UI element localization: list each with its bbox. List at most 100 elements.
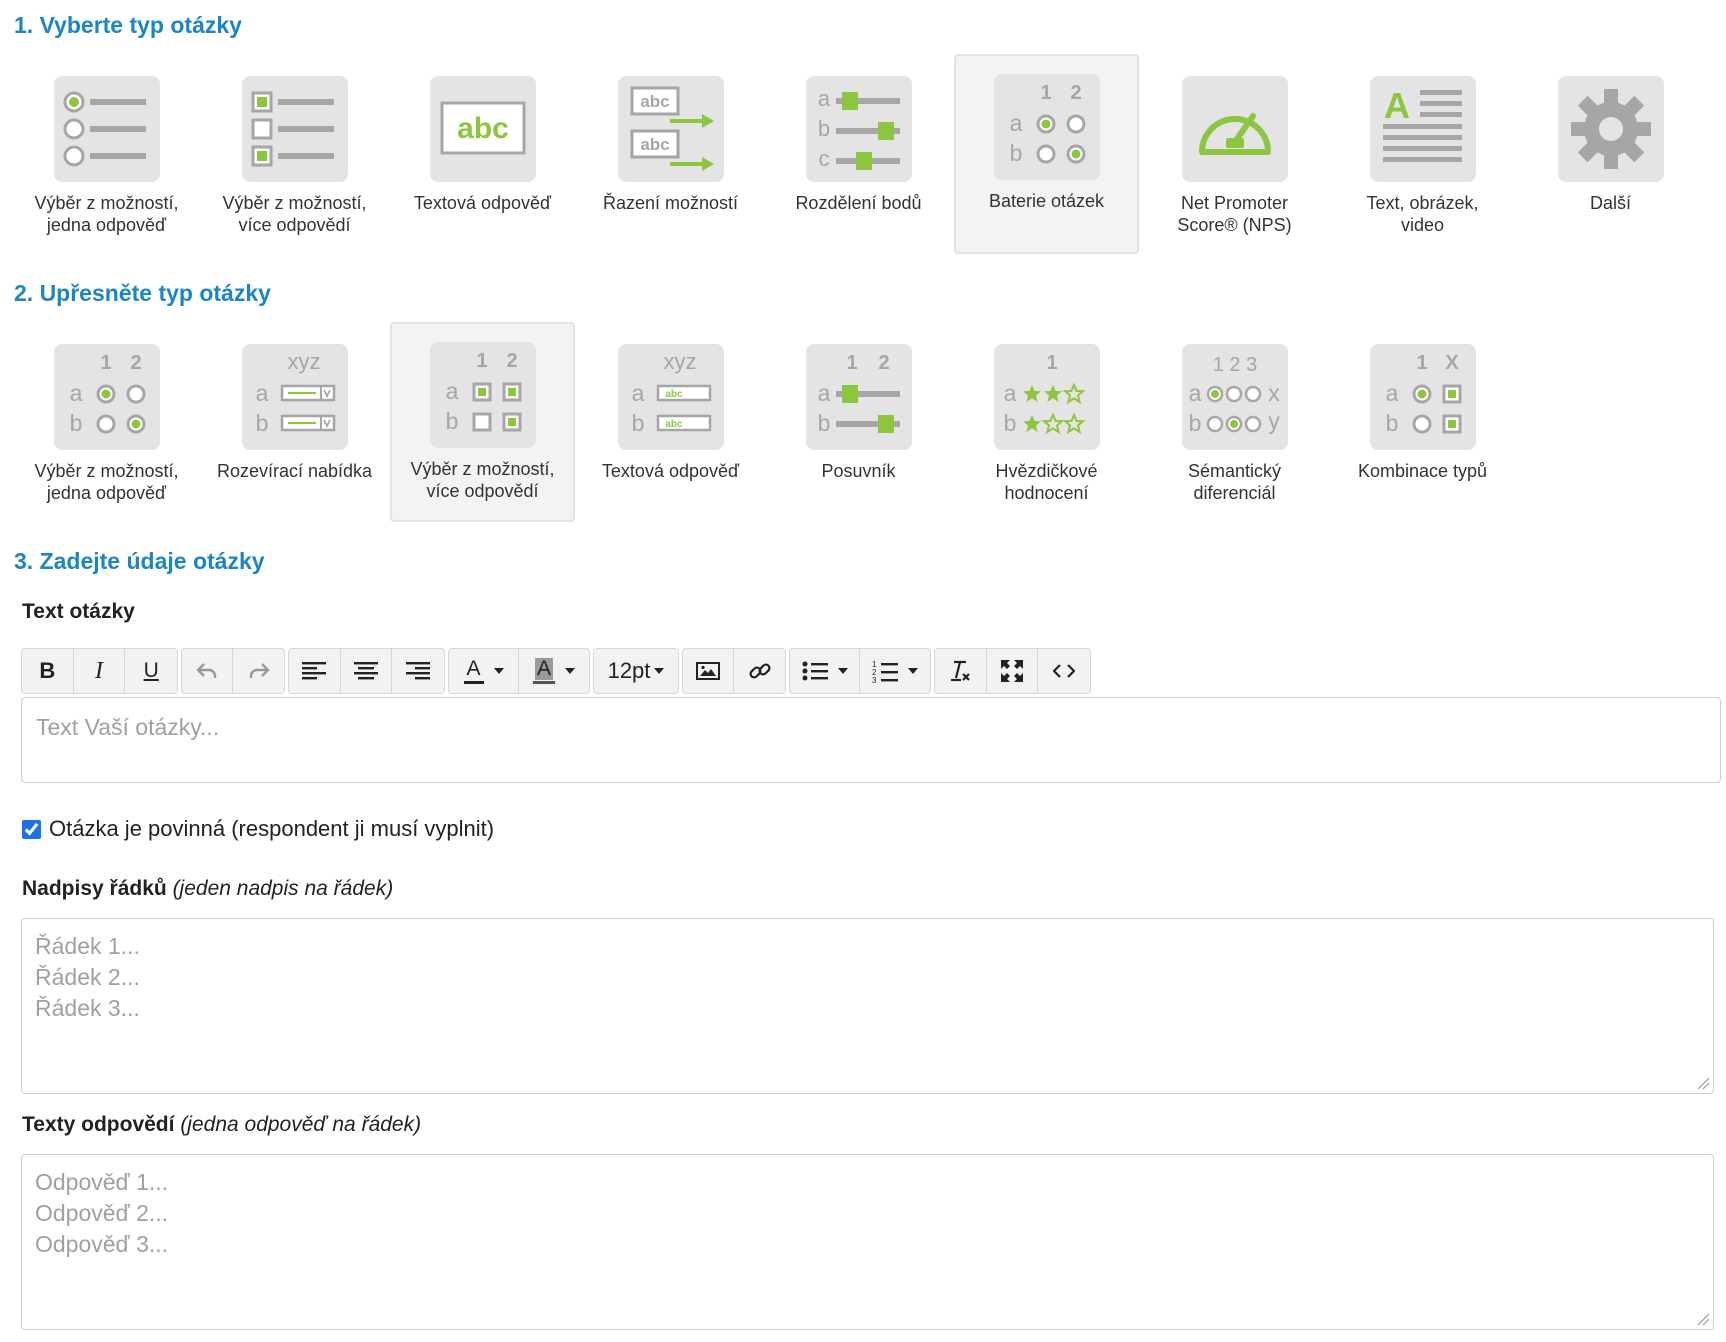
point-distribution-icon: a b c: [806, 76, 912, 182]
svg-text:abc: abc: [457, 112, 509, 145]
tile-label: Net Promoter Score® (NPS): [1177, 193, 1292, 235]
source-code-icon[interactable]: [1038, 649, 1090, 693]
question-text-label: Text otázky: [22, 600, 135, 623]
subtype-semantic-differential[interactable]: 1 2 3 a x b y Sémantický diferenciál: [1142, 326, 1327, 526]
svg-text:abc: abc: [640, 92, 669, 111]
tile-label: Text, obrázek, video: [1366, 193, 1479, 235]
align-center-icon[interactable]: [341, 649, 393, 693]
svg-text:1: 1: [1046, 352, 1057, 374]
svg-text:1: 1: [1416, 352, 1427, 374]
row-titles-textarea[interactable]: Řádek 1... Řádek 2... Řádek 3...: [21, 918, 1714, 1094]
fullscreen-icon[interactable]: [987, 649, 1039, 693]
question-type-ranking[interactable]: abc abc Řazení možností: [578, 58, 763, 258]
align-left-icon[interactable]: [289, 649, 341, 693]
required-checkbox[interactable]: [22, 819, 41, 839]
question-type-other[interactable]: Další: [1518, 58, 1703, 258]
bold-icon[interactable]: B: [22, 649, 74, 693]
svg-text:a: a: [70, 380, 83, 406]
battery-multiple-choice-icon: 1 2 a b: [430, 342, 536, 448]
question-type-multiple-choice[interactable]: Výběr z možností, více odpovědí: [202, 58, 387, 258]
svg-text:xyz: xyz: [288, 349, 321, 374]
svg-text:A: A: [1384, 85, 1410, 126]
clear-formatting-icon[interactable]: [935, 649, 987, 693]
numbered-list-icon[interactable]: 123: [860, 649, 930, 693]
tile-label: Řazení možností: [602, 193, 739, 213]
question-type-question-battery[interactable]: 1 2 a b Baterie otázek: [954, 54, 1139, 254]
answer-texts-textarea[interactable]: Odpověď 1... Odpověď 2... Odpověď 3...: [21, 1154, 1714, 1330]
tile-label: Další: [1589, 193, 1631, 213]
tile-label: Rozdělení bodů: [795, 193, 922, 213]
question-type-single-choice[interactable]: Výběr z možností, jedna odpověď: [14, 58, 199, 258]
redo-icon[interactable]: [233, 649, 284, 693]
svg-text:x: x: [1268, 380, 1280, 406]
resize-handle-icon[interactable]: [1696, 1312, 1710, 1326]
tile-label: Rozevírací nabídka: [216, 461, 373, 481]
svg-text:1: 1: [476, 350, 487, 372]
background-color-icon[interactable]: A: [519, 649, 589, 693]
svg-text:1 2 3: 1 2 3: [1213, 354, 1257, 376]
tile-label: Výběr z možností, více odpovědí: [410, 459, 555, 501]
question-type-point-distribution[interactable]: a b c Rozdělení bodů: [766, 58, 951, 258]
align-right-icon[interactable]: [392, 649, 444, 693]
answer-texts-hint: (jedna odpověď na řádek): [180, 1113, 422, 1136]
required-checkbox-label[interactable]: Otázka je povinná (respondent ji musí vy…: [49, 816, 494, 842]
multiple-choice-icon: [242, 76, 348, 182]
subtype-dropdown[interactable]: xyz a b Rozevírací nabídka: [202, 326, 387, 526]
bullet-list-icon[interactable]: [790, 649, 860, 693]
chevron-down-icon: [908, 668, 918, 674]
battery-combination-icon: 1 X a b: [1370, 344, 1476, 450]
svg-text:a: a: [446, 378, 459, 404]
svg-text:X: X: [1445, 352, 1459, 374]
chevron-down-icon: [654, 668, 665, 674]
question-text-editor[interactable]: Text Vaší otázky...: [21, 697, 1721, 783]
tile-label: Kombinace typů: [1357, 461, 1488, 481]
resize-handle-icon[interactable]: [1696, 1076, 1710, 1090]
subtype-star-rating[interactable]: 1 a b Hvězdičkové hodnocení: [954, 326, 1139, 526]
undo-icon[interactable]: [182, 649, 234, 693]
step-2-title: 2. Upřesněte typ otázky: [14, 280, 271, 306]
question-type-list: Výběr z možností, jedna odpověď Výběr z …: [0, 54, 1726, 268]
subtype-single-choice[interactable]: 1 2 a b Výběr z možností, jedna odpověď: [14, 326, 199, 526]
nps-gauge-icon: [1182, 76, 1288, 182]
battery-single-choice-icon: 1 2 a b: [54, 344, 160, 450]
svg-text:a: a: [818, 86, 831, 111]
underline-icon[interactable]: U: [125, 649, 177, 693]
font-size-select[interactable]: 12pt: [594, 649, 678, 693]
svg-text:b: b: [1004, 410, 1017, 436]
answer-texts-placeholder: Odpověď 1... Odpověď 2... Odpověď 3...: [35, 1169, 169, 1257]
image-icon[interactable]: [683, 649, 735, 693]
svg-text:b: b: [1010, 140, 1023, 166]
battery-semantic-differential-icon: 1 2 3 a x b y: [1182, 344, 1288, 450]
question-type-text-answer[interactable]: abc Textová odpověď: [390, 58, 575, 258]
svg-text:b: b: [818, 116, 830, 141]
tile-label: Posuvník: [821, 461, 896, 481]
answer-texts-label: Texty odpovědí (jedna odpověď na řádek): [22, 1113, 421, 1137]
svg-text:a: a: [1386, 380, 1399, 406]
text-color-icon[interactable]: A: [449, 649, 519, 693]
svg-text:2: 2: [1070, 82, 1081, 104]
question-battery-icon: 1 2 a b: [994, 74, 1100, 180]
svg-text:3: 3: [872, 676, 877, 683]
question-type-nps[interactable]: Net Promoter Score® (NPS): [1142, 58, 1327, 258]
step-3-title: 3. Zadejte údaje otázky: [14, 548, 265, 574]
step-1-title: 1. Vyberte typ otázky: [14, 12, 242, 38]
italic-icon[interactable]: I: [74, 649, 126, 693]
tile-label: Textová odpověď: [601, 461, 740, 481]
tile-label: Výběr z možností, jedna odpověď: [34, 193, 179, 235]
svg-text:2: 2: [130, 352, 141, 374]
link-icon[interactable]: [734, 649, 785, 693]
row-titles-hint: (jeden nadpis na řádek): [172, 877, 394, 900]
text-answer-icon: abc: [430, 76, 536, 182]
subtype-combination[interactable]: 1 X a b Kombinace typů: [1330, 326, 1515, 526]
battery-text-answer-icon: xyz a abc b abc: [618, 344, 724, 450]
svg-text:abc: abc: [640, 135, 669, 154]
subtype-text-answer[interactable]: xyz a abc b abc Textová odpověď: [578, 326, 763, 526]
required-checkbox-row: Otázka je povinná (respondent ji musí vy…: [22, 815, 494, 843]
subtype-multiple-choice[interactable]: 1 2 a b Výběr z možností, více odpovědí: [390, 322, 575, 522]
svg-text:b: b: [1189, 410, 1202, 436]
svg-text:a: a: [818, 380, 831, 406]
question-type-text-image-video[interactable]: A Text, obrázek, video: [1330, 58, 1515, 258]
single-choice-icon: [54, 76, 160, 182]
svg-text:2: 2: [506, 350, 517, 372]
subtype-slider[interactable]: 1 2 a b Posuvník: [766, 326, 951, 526]
